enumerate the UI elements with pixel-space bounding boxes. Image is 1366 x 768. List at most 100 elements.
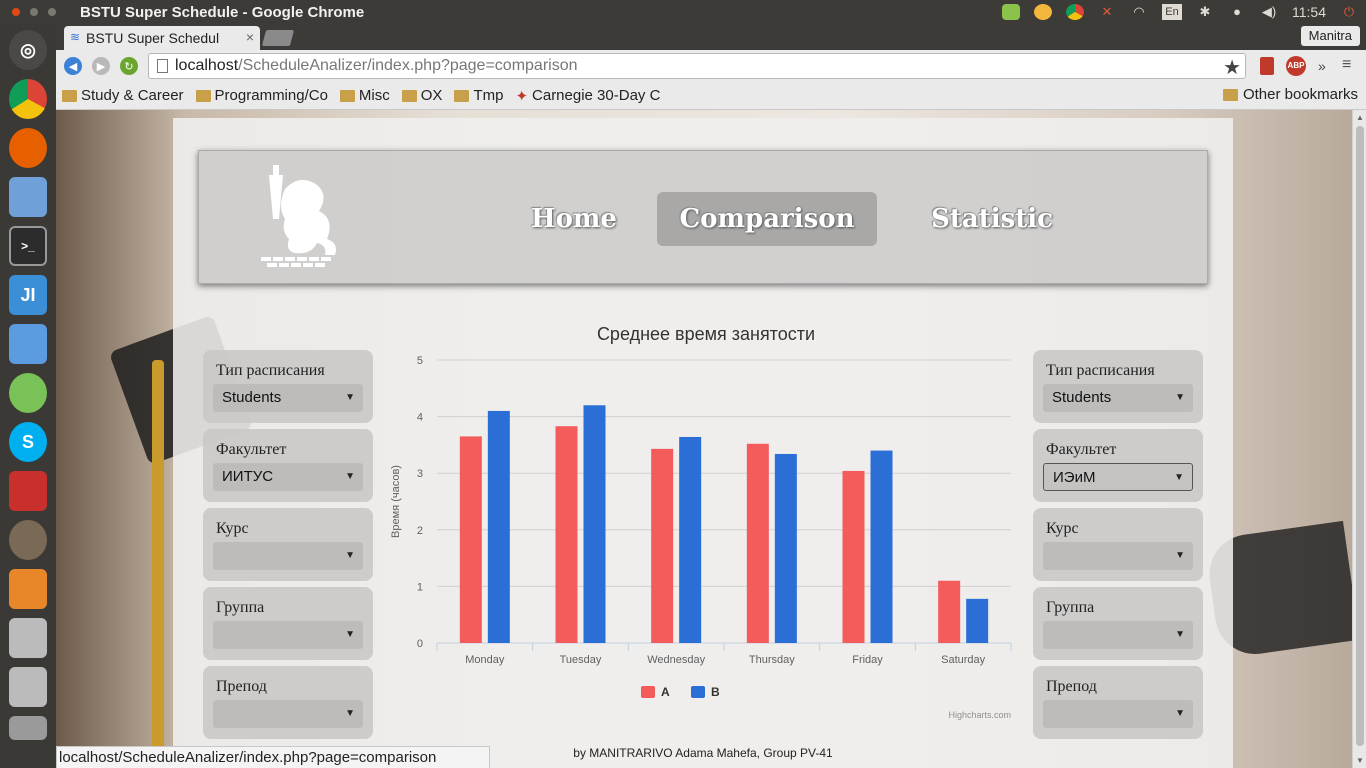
dropdown-arrow-icon: ▼ (1175, 550, 1185, 561)
teacher-select[interactable]: ▼ (213, 700, 363, 728)
bar-b-tuesday (583, 405, 606, 643)
firefox-launcher-icon[interactable] (9, 128, 47, 168)
browser-chrome: ≋ BSTU Super Schedul × Manitra ◀ ▶ ↻ loc… (56, 24, 1366, 110)
dropdown-arrow-icon: ▼ (1175, 392, 1185, 403)
browser-tab[interactable]: ≋ BSTU Super Schedul × (64, 26, 260, 50)
nav-statistic[interactable]: Statistic (917, 192, 1067, 246)
extensions-overflow-icon[interactable]: » (1318, 58, 1326, 74)
adblock-icon[interactable]: ABP (1286, 56, 1306, 76)
gimp-launcher-icon[interactable] (9, 520, 47, 560)
bookmark-folder-study[interactable]: Study & Career (62, 87, 184, 104)
bookmark-label: Study & Career (81, 87, 184, 104)
minimize-window-button[interactable] (30, 8, 38, 16)
keyboard-layout-indicator[interactable]: En (1162, 4, 1182, 20)
bookmark-star-icon[interactable]: ★ (1223, 55, 1241, 80)
nav-home[interactable]: Home (494, 192, 654, 246)
dropdown-arrow-icon: ▼ (345, 392, 355, 403)
filter-faculty: Факультет ИЭиМ ▼ (1033, 429, 1203, 502)
group-select[interactable]: ▼ (213, 621, 363, 649)
faculty-select[interactable]: ИЭиМ ▼ (1043, 463, 1193, 491)
bookmark-label: OX (420, 87, 443, 104)
site-favicon-icon: ≋ (70, 30, 81, 44)
y-tick-label: 1 (417, 581, 423, 593)
dash-home-icon[interactable]: ◎ (9, 30, 47, 70)
group-select[interactable]: ▼ (1043, 621, 1193, 649)
legend-swatch-a (641, 686, 655, 698)
reload-button[interactable]: ↻ (120, 57, 138, 75)
scrollbar-thumb[interactable] (1356, 126, 1364, 746)
drive-launcher-icon[interactable] (9, 618, 47, 658)
close-window-button[interactable] (12, 8, 20, 16)
dropdown-arrow-icon: ▼ (345, 708, 355, 719)
messaging-icon[interactable]: ● (1228, 4, 1246, 20)
bar-a-thursday (746, 443, 769, 643)
other-bookmarks[interactable]: Other bookmarks (1222, 86, 1358, 103)
disk-launcher-icon[interactable] (9, 716, 47, 740)
android-studio-launcher-icon[interactable] (9, 373, 47, 413)
software-updater-launcher-icon[interactable] (9, 471, 47, 511)
chrome-icon[interactable] (1066, 4, 1084, 20)
power-icon[interactable]: ⏻ (1340, 4, 1358, 20)
filter-label: Препод (1046, 678, 1097, 695)
bookmark-carnegie[interactable]: ✦ Carnegie 30-Day C (515, 87, 660, 105)
clock[interactable]: 11:54 (1292, 4, 1326, 20)
scroll-up-icon[interactable]: ▲ (1356, 113, 1364, 122)
nav-comparison[interactable]: Comparison (657, 192, 877, 246)
weather-icon[interactable] (1034, 4, 1052, 20)
bookmark-folder-tmp[interactable]: Tmp (454, 87, 503, 104)
course-select[interactable]: ▼ (1043, 542, 1193, 570)
page-icon (157, 59, 168, 73)
skype-launcher-icon[interactable]: S (9, 422, 47, 462)
filter-group: Группа ▼ (203, 587, 373, 660)
filter-label: Факультет (1046, 441, 1117, 458)
course-select[interactable]: ▼ (213, 542, 363, 570)
ubuntu-software-launcher-icon[interactable] (9, 569, 47, 609)
chat-icon[interactable] (1002, 4, 1020, 20)
chrome-launcher-icon[interactable] (9, 79, 47, 119)
volume-icon[interactable]: ◀) (1260, 4, 1278, 20)
bookmark-label: Tmp (473, 87, 504, 104)
scroll-down-icon[interactable]: ▼ (1356, 756, 1364, 765)
faculty-select[interactable]: ИИТУС ▼ (213, 463, 363, 491)
teacher-select[interactable]: ▼ (1043, 700, 1193, 728)
tab-close-icon[interactable]: × (246, 29, 254, 45)
filter-group: Группа ▼ (1033, 587, 1203, 660)
y-tick-label: 5 (417, 355, 423, 367)
window-title: BSTU Super Schedule - Google Chrome (80, 3, 365, 21)
schedule-type-select[interactable]: Students ▼ (1043, 384, 1193, 412)
chart-credits[interactable]: Highcharts.com (948, 710, 1011, 720)
back-button[interactable]: ◀ (64, 57, 82, 75)
intellij-launcher-icon[interactable]: JI (9, 275, 47, 315)
folder-icon (339, 89, 355, 102)
lion-logo-icon[interactable] (255, 159, 345, 269)
extension-bookmark-icon[interactable] (1260, 57, 1274, 75)
close-x-icon[interactable]: ✕ (1098, 4, 1116, 20)
bookmark-folder-ox[interactable]: OX (401, 87, 443, 104)
profile-button[interactable]: Manitra (1300, 26, 1360, 46)
page-scrollbar[interactable]: ▲ ▼ (1352, 110, 1366, 768)
wifi-icon[interactable]: ◠ (1130, 4, 1148, 20)
drive-launcher-icon-2[interactable] (9, 667, 47, 707)
y-tick-label: 2 (417, 525, 423, 537)
terminal-launcher-icon[interactable]: >_ (9, 226, 47, 266)
x-tick-label: Friday (852, 654, 883, 666)
legend-label-a: A (661, 685, 670, 699)
bar-a-wednesday (651, 448, 674, 643)
new-tab-button[interactable] (261, 30, 295, 46)
right-filters-panel: Тип расписания Students ▼ Факультет ИЭиМ ▼… (1033, 350, 1203, 745)
schedule-type-select[interactable]: Students ▼ (213, 384, 363, 412)
filter-teacher: Препод ▼ (1033, 666, 1203, 739)
bookmark-label: Misc (358, 87, 390, 104)
bookmark-folder-programming[interactable]: Programming/Co (195, 87, 328, 104)
bluetooth-icon[interactable]: ✱ (1196, 4, 1214, 20)
files-launcher-icon[interactable] (9, 177, 47, 217)
address-bar[interactable]: localhost/ScheduleAnalizer/index.php?pag… (148, 53, 1246, 79)
maximize-window-button[interactable] (48, 8, 56, 16)
forward-button[interactable]: ▶ (92, 57, 110, 75)
bar-a-monday (459, 436, 482, 643)
bookmark-folder-misc[interactable]: Misc (339, 87, 390, 104)
virtualbox-launcher-icon[interactable] (9, 324, 47, 364)
chrome-menu-icon[interactable]: ≡ (1342, 56, 1351, 74)
x-tick-label: Tuesday (560, 654, 602, 666)
folder-icon (62, 89, 77, 102)
